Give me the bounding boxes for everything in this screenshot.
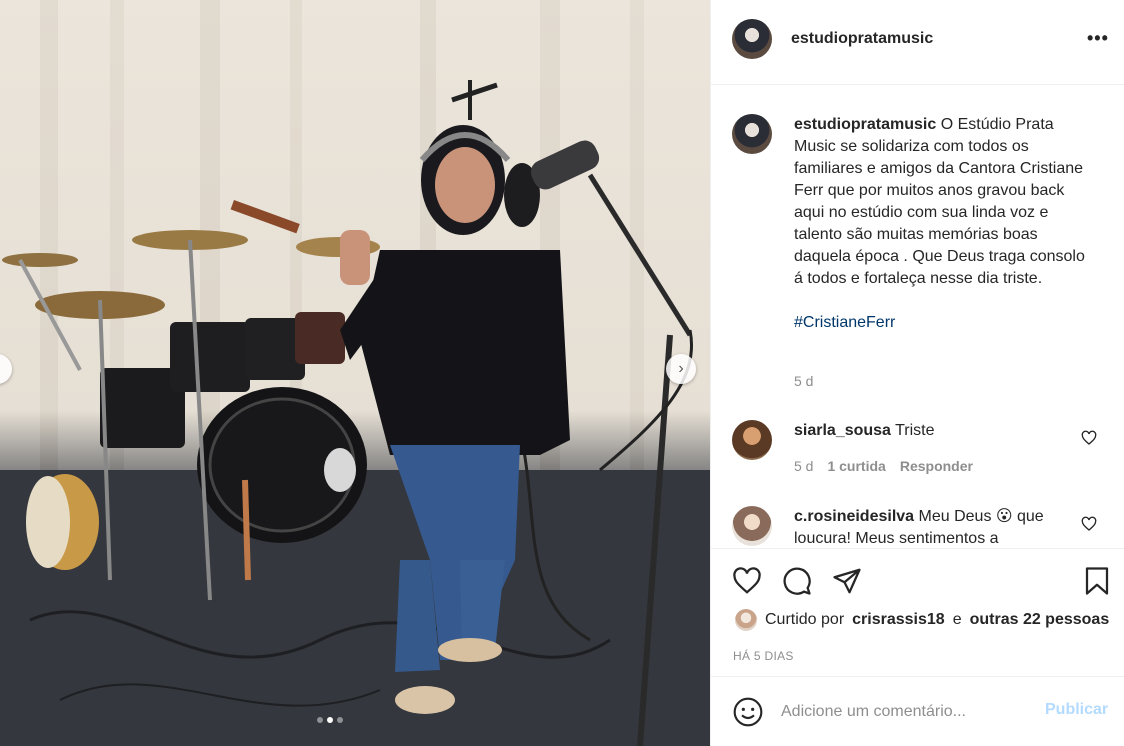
comment-username[interactable]: c.rosineidesilva [794, 508, 914, 525]
caption-avatar[interactable] [732, 114, 772, 154]
comment-like-heart-icon[interactable] [1081, 430, 1097, 446]
comment-like-heart-icon[interactable] [1081, 516, 1097, 532]
caption-meta: 5 d [794, 373, 813, 389]
comment-meta: 5 d 1 curtida Responder [794, 458, 973, 474]
post-photo[interactable]: ‹ › [0, 0, 710, 746]
share-send-icon[interactable] [832, 566, 862, 596]
carousel-dot[interactable] [317, 717, 323, 723]
post-actions: Curtido por crisrassis18 e outras 22 pes… [711, 548, 1124, 676]
like-heart-icon[interactable] [732, 566, 762, 596]
caption-time[interactable]: 5 d [794, 373, 813, 389]
comment-avatar[interactable] [732, 420, 772, 460]
liked-by-joiner: e [952, 611, 962, 628]
other-likers-link[interactable]: outras 22 pessoas [970, 611, 1110, 629]
caption-username[interactable]: estudiopratamusic [794, 116, 936, 133]
comment-body: Triste [895, 422, 935, 439]
next-slide-button[interactable]: › [666, 354, 696, 384]
post-header: estudiopratamusic ••• [711, 0, 1124, 85]
comment-avatar[interactable] [732, 506, 772, 546]
chevron-right-icon: › [678, 360, 684, 377]
save-bookmark-icon[interactable] [1082, 566, 1112, 596]
comment-input[interactable] [781, 699, 1041, 725]
post-details-panel: estudiopratamusic ••• estudiopratamusic … [710, 0, 1124, 746]
comment-like-count[interactable]: 1 curtida [827, 458, 885, 474]
studio-photo-illustration [0, 0, 710, 746]
author-username[interactable]: estudiopratamusic [791, 30, 933, 48]
carousel-dot-active[interactable] [327, 717, 333, 723]
comment-text: c.rosineidesilva Meu Deus 😮 que loucura!… [794, 506, 1094, 548]
add-comment-bar: Publicar [711, 676, 1124, 746]
comment-bubble-icon[interactable] [782, 566, 812, 596]
carousel-dots [317, 717, 343, 723]
more-options-icon[interactable]: ••• [1087, 28, 1109, 49]
liker-username[interactable]: crisrassis18 [852, 611, 945, 629]
comment-time[interactable]: 5 d [794, 458, 813, 474]
comment-text: siarla_sousa Triste [794, 420, 1094, 442]
publish-button[interactable]: Publicar [1045, 701, 1108, 719]
reply-button[interactable]: Responder [900, 458, 973, 474]
carousel-dot[interactable] [337, 717, 343, 723]
author-avatar[interactable] [732, 19, 772, 59]
comment-username[interactable]: siarla_sousa [794, 422, 891, 439]
emoji-icon[interactable] [732, 696, 764, 728]
liker-avatar[interactable] [735, 609, 757, 631]
caption-text: estudiopratamusic O Estúdio Prata Music … [794, 114, 1094, 334]
comments-section[interactable]: estudiopratamusic O Estúdio Prata Music … [711, 86, 1124, 548]
caption-body: O Estúdio Prata Music se solidariza com … [794, 116, 1085, 287]
liked-by-prefix: Curtido por [765, 611, 845, 628]
caption-hashtag[interactable]: #CristianeFerr [794, 314, 895, 331]
liked-by-summary: Curtido por crisrassis18 e outras 22 pes… [735, 609, 1109, 631]
post-date[interactable]: HÁ 5 DIAS [733, 649, 794, 663]
